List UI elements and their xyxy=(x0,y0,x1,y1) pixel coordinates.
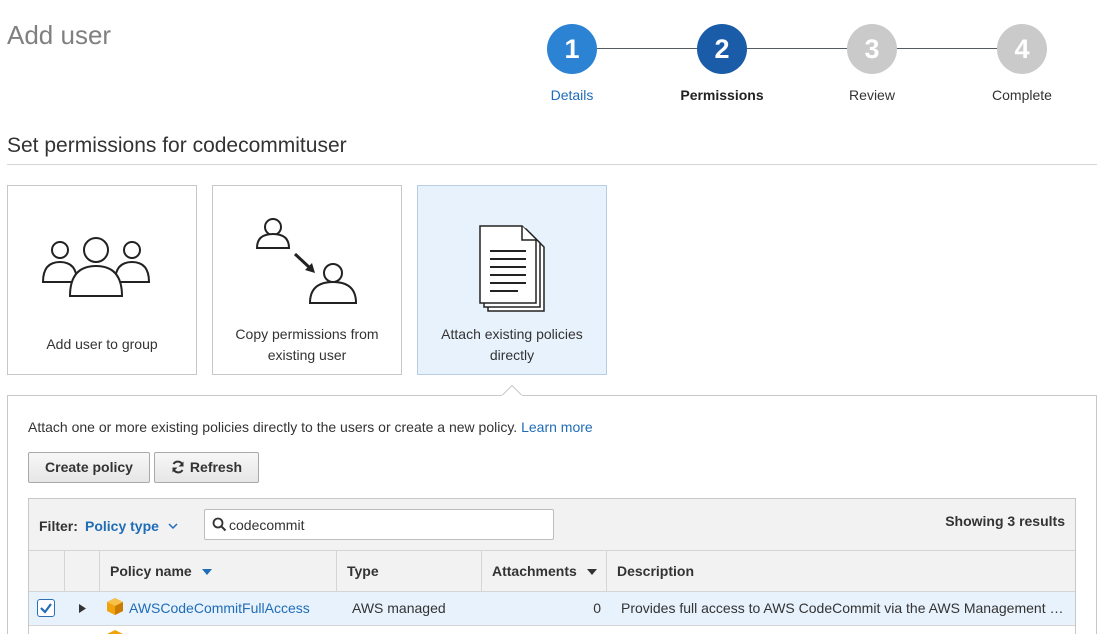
step-4-circle: 4 xyxy=(997,24,1047,74)
table-header: Policy name Type Attachments Description xyxy=(29,551,1075,592)
header-description[interactable]: Description xyxy=(606,551,1075,591)
option-add-user-to-group[interactable]: Add user to group xyxy=(7,185,197,375)
step-connector xyxy=(747,48,847,49)
step-2-circle: 2 xyxy=(697,24,747,74)
chevron-down-icon xyxy=(168,523,178,530)
filter-policy-type-dropdown[interactable]: Policy type xyxy=(85,518,178,534)
filter-bar: Filter: Policy type Showing 3 results xyxy=(29,499,1075,551)
row-select-cell xyxy=(29,592,64,625)
wizard-stepper: 1 2 3 4 Details Permissions Review Compl… xyxy=(0,0,1110,120)
user-group-icon xyxy=(41,237,151,297)
step-3-circle: 3 xyxy=(847,24,897,74)
row-checkbox[interactable] xyxy=(37,599,55,617)
learn-more-link[interactable]: Learn more xyxy=(521,419,593,435)
selected-option-pointer xyxy=(502,385,522,396)
header-label: Attachments xyxy=(492,563,577,579)
refresh-label: Refresh xyxy=(189,459,243,475)
refresh-button[interactable]: Refresh xyxy=(154,452,259,483)
step-1-circle[interactable]: 1 xyxy=(547,24,597,74)
row-expand-cell xyxy=(64,592,99,625)
policies-table: Filter: Policy type Showing 3 results Po… xyxy=(28,498,1076,634)
search-box[interactable] xyxy=(204,509,554,540)
option-copy-permissions[interactable]: Copy permissions from existing user xyxy=(212,185,402,375)
step-3-label: Review xyxy=(849,87,895,103)
step-connector xyxy=(597,48,697,49)
step-1-label[interactable]: Details xyxy=(512,87,632,103)
row-description-cell: Provides full access to AWS CodeCommit v… xyxy=(621,600,1064,616)
header-select xyxy=(29,551,64,591)
row-attachments-cell: 0 xyxy=(593,600,601,616)
create-policy-button[interactable]: Create policy xyxy=(28,452,150,483)
section-divider xyxy=(7,164,1097,165)
option-label: Add user to group xyxy=(46,336,158,352)
row-type-cell: AWS managed xyxy=(352,600,446,616)
header-label: Policy name xyxy=(110,563,192,579)
aws-managed-policy-icon xyxy=(107,598,123,615)
step-4-label: Complete xyxy=(992,87,1052,103)
info-message: Attach one or more existing policies dir… xyxy=(28,419,518,435)
header-label: Type xyxy=(347,563,379,579)
header-policy-name[interactable]: Policy name xyxy=(99,551,336,591)
sort-caret-icon xyxy=(586,569,597,575)
filter-label: Filter: xyxy=(39,518,78,534)
sort-caret-icon xyxy=(201,569,212,575)
section-title: Set permissions for codecommituser xyxy=(7,134,347,157)
step-connector xyxy=(897,48,997,49)
header-expand xyxy=(64,551,99,591)
header-attachments[interactable]: Attachments xyxy=(481,551,606,591)
step-2-label: Permissions xyxy=(680,87,764,103)
info-text: Attach one or more existing policies dir… xyxy=(28,419,593,435)
search-input[interactable] xyxy=(229,510,549,539)
expand-caret-icon[interactable] xyxy=(79,604,86,613)
search-icon xyxy=(212,517,227,532)
policy-name-link[interactable]: AWSCodeCommitFullAccess xyxy=(129,600,310,616)
table-row[interactable]: AWSCodeCommitFullAccess AWS managed 0 Pr… xyxy=(29,592,1075,626)
table-row[interactable] xyxy=(29,626,1075,634)
results-count: Showing 3 results xyxy=(945,513,1065,529)
header-label: Description xyxy=(617,563,695,579)
header-type[interactable]: Type xyxy=(336,551,481,591)
policy-document-icon xyxy=(479,225,545,312)
aws-managed-policy-icon xyxy=(107,630,123,634)
refresh-icon xyxy=(172,460,184,474)
filter-type-label: Policy type xyxy=(85,518,159,534)
checkmark-icon xyxy=(40,603,52,614)
row-policy-name-cell: AWSCodeCommitFullAccess xyxy=(99,592,336,625)
option-label: Copy permissions from existing user xyxy=(235,326,379,363)
option-label: Attach existing policies directly xyxy=(441,326,583,363)
option-attach-policies[interactable]: Attach existing policies directly xyxy=(417,185,607,375)
copy-permissions-icon xyxy=(255,218,358,304)
